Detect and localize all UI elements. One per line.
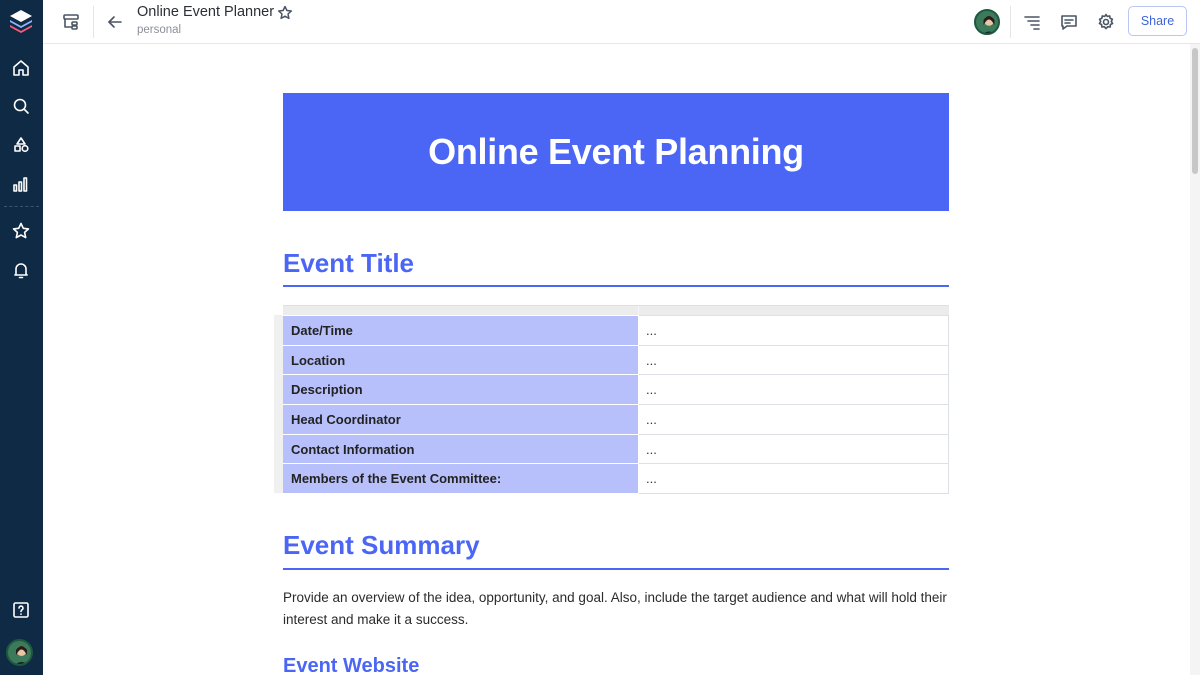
- banner-title[interactable]: Online Event Planning: [428, 131, 804, 173]
- document-title[interactable]: Online Event Planner: [137, 4, 274, 20]
- table-label-cell[interactable]: Description: [283, 374, 639, 406]
- top-bar: Online Event Planner personal Share: [43, 0, 1200, 44]
- table-column-header[interactable]: [283, 305, 949, 316]
- workspace-icon[interactable]: [59, 10, 83, 34]
- table-label-cell[interactable]: Members of the Event Committee:: [283, 463, 639, 495]
- table-value-cell[interactable]: ...: [638, 463, 949, 495]
- logo-icon[interactable]: [7, 7, 35, 35]
- scrollbar-thumb[interactable]: [1192, 48, 1198, 174]
- event-info-table: Date/Time ... Location ... Description .…: [283, 315, 949, 495]
- table-label-cell[interactable]: Contact Information: [283, 433, 639, 465]
- table-row: Date/Time ...: [283, 315, 949, 346]
- document-scrollbar[interactable]: [1190, 44, 1200, 675]
- document-banner: Online Event Planning: [283, 93, 949, 211]
- search-icon[interactable]: [9, 94, 33, 118]
- home-icon[interactable]: [9, 56, 33, 80]
- table-value-cell[interactable]: ...: [638, 315, 949, 346]
- share-button[interactable]: Share: [1128, 6, 1187, 36]
- outline-icon[interactable]: [1020, 10, 1044, 34]
- star-icon[interactable]: [9, 219, 33, 243]
- bell-icon[interactable]: [9, 258, 33, 282]
- table-value-cell[interactable]: ...: [638, 404, 949, 435]
- heading-underline: [283, 568, 949, 570]
- heading-underline: [283, 285, 949, 287]
- topbar-separator: [93, 6, 94, 38]
- heading-event-summary[interactable]: Event Summary: [283, 530, 480, 561]
- table-value-cell[interactable]: ...: [638, 374, 949, 406]
- table-row: Members of the Event Committee: ...: [283, 463, 949, 495]
- shapes-icon[interactable]: [9, 133, 33, 157]
- table-row: Location ...: [283, 344, 949, 376]
- table-row-gutter[interactable]: [274, 315, 283, 493]
- sidebar-divider: [4, 206, 39, 207]
- table-label-cell[interactable]: Date/Time: [283, 315, 639, 346]
- heading-event-title[interactable]: Event Title: [283, 248, 414, 279]
- heading-event-website[interactable]: Event Website: [283, 655, 419, 675]
- summary-paragraph[interactable]: Provide an overview of the idea, opportu…: [283, 587, 949, 631]
- settings-icon[interactable]: [1094, 10, 1118, 34]
- left-sidebar: [0, 0, 43, 675]
- collaborator-avatar[interactable]: [974, 9, 1000, 35]
- comment-icon[interactable]: [1057, 10, 1081, 34]
- table-value-cell[interactable]: ...: [638, 344, 949, 376]
- favorite-star-icon[interactable]: [277, 5, 295, 23]
- table-label-cell[interactable]: Location: [283, 344, 639, 376]
- table-row: Head Coordinator ...: [283, 404, 949, 435]
- table-row: Description ...: [283, 374, 949, 406]
- back-arrow-icon[interactable]: [103, 10, 127, 34]
- help-icon[interactable]: [9, 598, 33, 622]
- table-row: Contact Information ...: [283, 433, 949, 465]
- workspace-label: personal: [137, 24, 182, 36]
- analytics-icon[interactable]: [9, 172, 33, 196]
- user-avatar[interactable]: [6, 639, 33, 666]
- topbar-separator: [1010, 6, 1011, 38]
- table-value-cell[interactable]: ...: [638, 433, 949, 465]
- table-label-cell[interactable]: Head Coordinator: [283, 404, 639, 435]
